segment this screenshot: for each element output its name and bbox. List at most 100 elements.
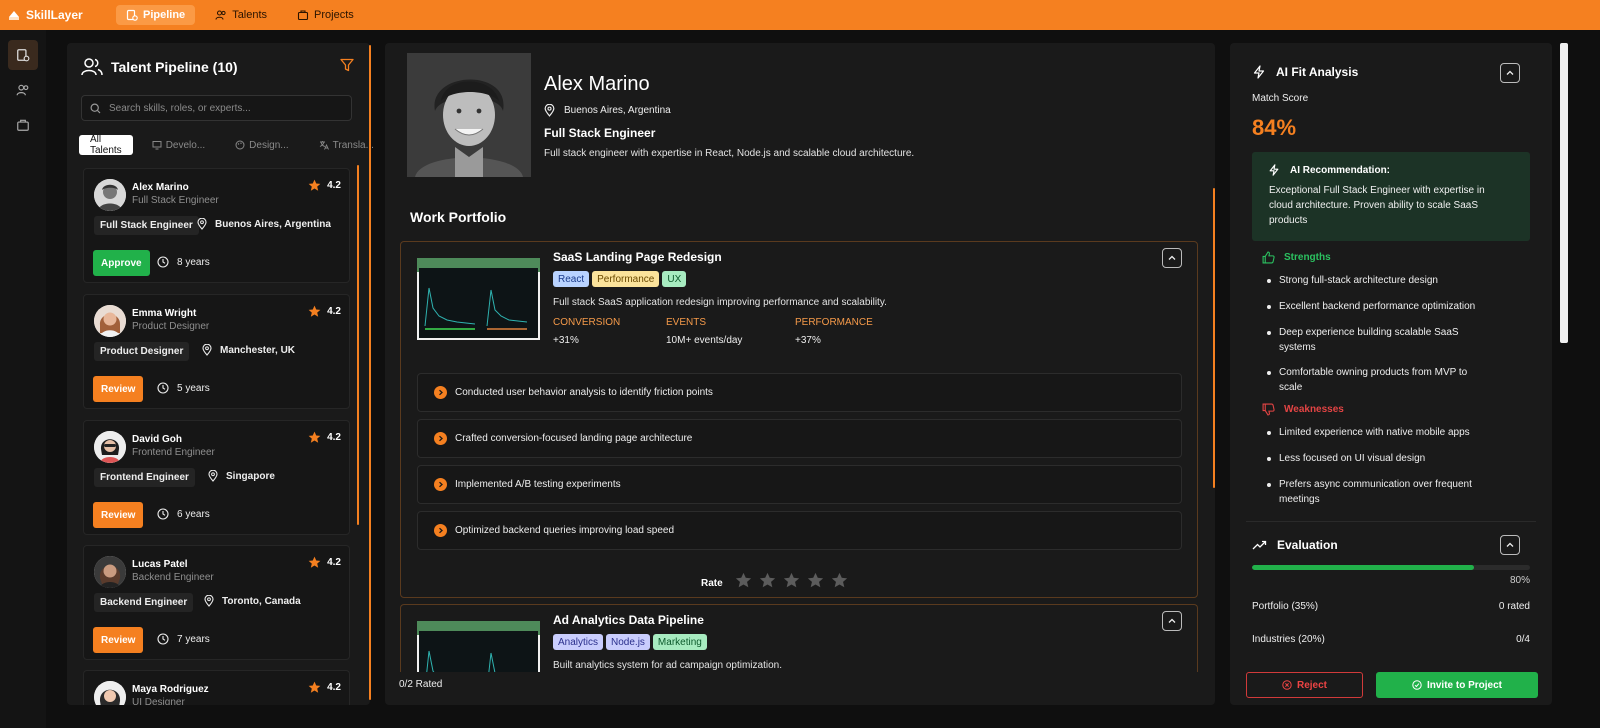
metric-events: EVENTS 10M+ events/day xyxy=(666,317,743,346)
clock-icon xyxy=(157,508,169,520)
chevron-up-icon xyxy=(1506,542,1514,547)
star-icon[interactable] xyxy=(807,572,824,594)
star-icon[interactable] xyxy=(735,572,752,594)
clock-icon xyxy=(157,633,169,645)
project-description: Full stack SaaS application redesign imp… xyxy=(553,297,887,308)
profile-name: Alex Marino xyxy=(544,73,650,95)
talent-pipeline-panel: Talent Pipeline (10) All Talents Develo.… xyxy=(67,43,374,705)
map-pin-icon xyxy=(208,470,218,482)
talent-card[interactable]: Maya Rodriguez UI Designer 4.2 xyxy=(83,670,350,705)
monitor-icon xyxy=(152,141,162,150)
briefcase-icon xyxy=(297,10,309,21)
star-icon[interactable] xyxy=(783,572,800,594)
review-button[interactable]: Review xyxy=(93,376,144,402)
talent-tabs: All Talents Develo... Design... Transla.… xyxy=(79,134,385,156)
talent-card[interactable]: Lucas Patel Backend Engineer 4.2 Backend… xyxy=(83,545,350,660)
thumbs-up-icon xyxy=(1262,251,1275,264)
talent-rating: 4.2 xyxy=(308,431,341,444)
talent-card[interactable]: Emma Wright Product Designer 4.2 Product… xyxy=(83,294,350,409)
talent-role: Frontend Engineer xyxy=(132,447,215,458)
brand[interactable]: SkillLayer xyxy=(8,8,108,22)
collapse-button[interactable] xyxy=(1162,248,1182,268)
users-icon xyxy=(81,58,103,76)
nav-projects[interactable]: Projects xyxy=(287,5,364,25)
project-thumbnail[interactable] xyxy=(417,258,540,340)
experience: 5 years xyxy=(157,382,210,394)
project-tags: Analytics Node.js Marketing xyxy=(553,634,707,650)
role-tag: Frontend Engineer xyxy=(94,468,195,487)
star-icon xyxy=(308,179,321,191)
list-scrollbar[interactable] xyxy=(357,165,359,525)
palette-icon xyxy=(235,140,245,150)
task-item[interactable]: Optimized backend queries improving load… xyxy=(417,511,1182,550)
clock-icon xyxy=(157,256,169,268)
invite-to-project-button[interactable]: Invite to Project xyxy=(1376,672,1538,698)
star-icon[interactable] xyxy=(831,572,848,594)
rail-pipeline[interactable] xyxy=(8,40,38,70)
task-item[interactable]: Conducted user behavior analysis to iden… xyxy=(417,373,1182,412)
metric-conversion: CONVERSION +31% xyxy=(553,317,621,346)
talent-name: Maya Rodriguez xyxy=(132,684,209,695)
task-item[interactable]: Implemented A/B testing experiments xyxy=(417,465,1182,504)
tab-designers[interactable]: Design... xyxy=(224,135,299,155)
recommendation-header: AI Recommendation: xyxy=(1268,164,1390,176)
filter-icon[interactable] xyxy=(340,58,354,77)
pipeline-icon xyxy=(17,49,30,62)
weaknesses-header: Weaknesses xyxy=(1262,403,1344,416)
collapse-button[interactable] xyxy=(1500,535,1520,555)
rail-talents[interactable] xyxy=(8,75,38,105)
project-thumbnail[interactable] xyxy=(417,621,540,672)
app-name: SkillLayer xyxy=(26,8,83,22)
map-pin-icon xyxy=(202,344,212,356)
review-button[interactable]: Review xyxy=(93,502,144,528)
ai-recommendation: AI Recommendation: Exceptional Full Stac… xyxy=(1252,152,1530,241)
talent-name: Alex Marino xyxy=(132,182,189,193)
search-input[interactable] xyxy=(109,102,339,114)
experience: 7 years xyxy=(157,633,210,645)
talent-card[interactable]: David Goh Frontend Engineer 4.2 Frontend… xyxy=(83,420,350,535)
match-score-label: Match Score xyxy=(1252,93,1309,104)
star-icon xyxy=(308,556,321,568)
x-circle-icon xyxy=(1282,680,1292,690)
page-scrollbar[interactable] xyxy=(1560,43,1568,343)
map-pin-icon xyxy=(544,104,555,117)
top-bar: SkillLayer Pipeline Talents Projects xyxy=(0,0,1600,30)
talent-rating: 4.2 xyxy=(308,681,341,694)
tab-developers[interactable]: Develo... xyxy=(141,135,216,155)
recommendation-text: Exceptional Full Stack Engineer with exp… xyxy=(1269,185,1485,226)
main-nav: Pipeline Talents Projects xyxy=(116,5,364,25)
evaluation-row: Industries (20%) 0/4 xyxy=(1252,634,1530,645)
map-pin-icon xyxy=(197,218,207,230)
nav-talents[interactable]: Talents xyxy=(205,5,277,25)
talent-card[interactable]: Alex Marino Full Stack Engineer 4.2 Full… xyxy=(83,168,350,283)
talent-name: David Goh xyxy=(132,434,183,445)
list-item: Comfortable owning products from MVP to … xyxy=(1263,365,1493,395)
left-rail xyxy=(0,30,46,728)
chevron-up-icon xyxy=(1168,618,1176,623)
search-box xyxy=(81,95,352,121)
review-button[interactable]: Review xyxy=(93,627,144,653)
chevron-up-icon xyxy=(1168,255,1176,260)
approve-button[interactable]: Approve xyxy=(93,250,150,276)
tab-all-talents[interactable]: All Talents xyxy=(79,134,133,156)
profile-panel: Alex Marino Buenos Aires, Argentina Full… xyxy=(385,43,1215,705)
rail-projects[interactable] xyxy=(8,110,38,140)
tab-translators[interactable]: Transla... xyxy=(308,135,385,155)
star-icon xyxy=(308,305,321,317)
collapse-button[interactable] xyxy=(1500,63,1520,83)
reject-button[interactable]: Reject xyxy=(1246,672,1363,698)
main-scrollbar[interactable] xyxy=(1213,188,1215,488)
talent-name: Lucas Patel xyxy=(132,559,188,570)
list-item: Less focused on UI visual design xyxy=(1263,451,1493,466)
collapse-button[interactable] xyxy=(1162,611,1182,631)
panel-divider-scrollbar[interactable] xyxy=(369,45,371,700)
talent-location: Singapore xyxy=(208,470,275,482)
star-icon[interactable] xyxy=(759,572,776,594)
evaluation-title: Evaluation xyxy=(1252,538,1338,552)
task-item[interactable]: Crafted conversion-focused landing page … xyxy=(417,419,1182,458)
metric-performance: PERFORMANCE +37% xyxy=(795,317,873,346)
chevron-right-icon xyxy=(434,478,447,491)
trending-up-icon xyxy=(1252,540,1267,550)
nav-pipeline[interactable]: Pipeline xyxy=(116,5,196,25)
users-icon xyxy=(215,10,226,20)
